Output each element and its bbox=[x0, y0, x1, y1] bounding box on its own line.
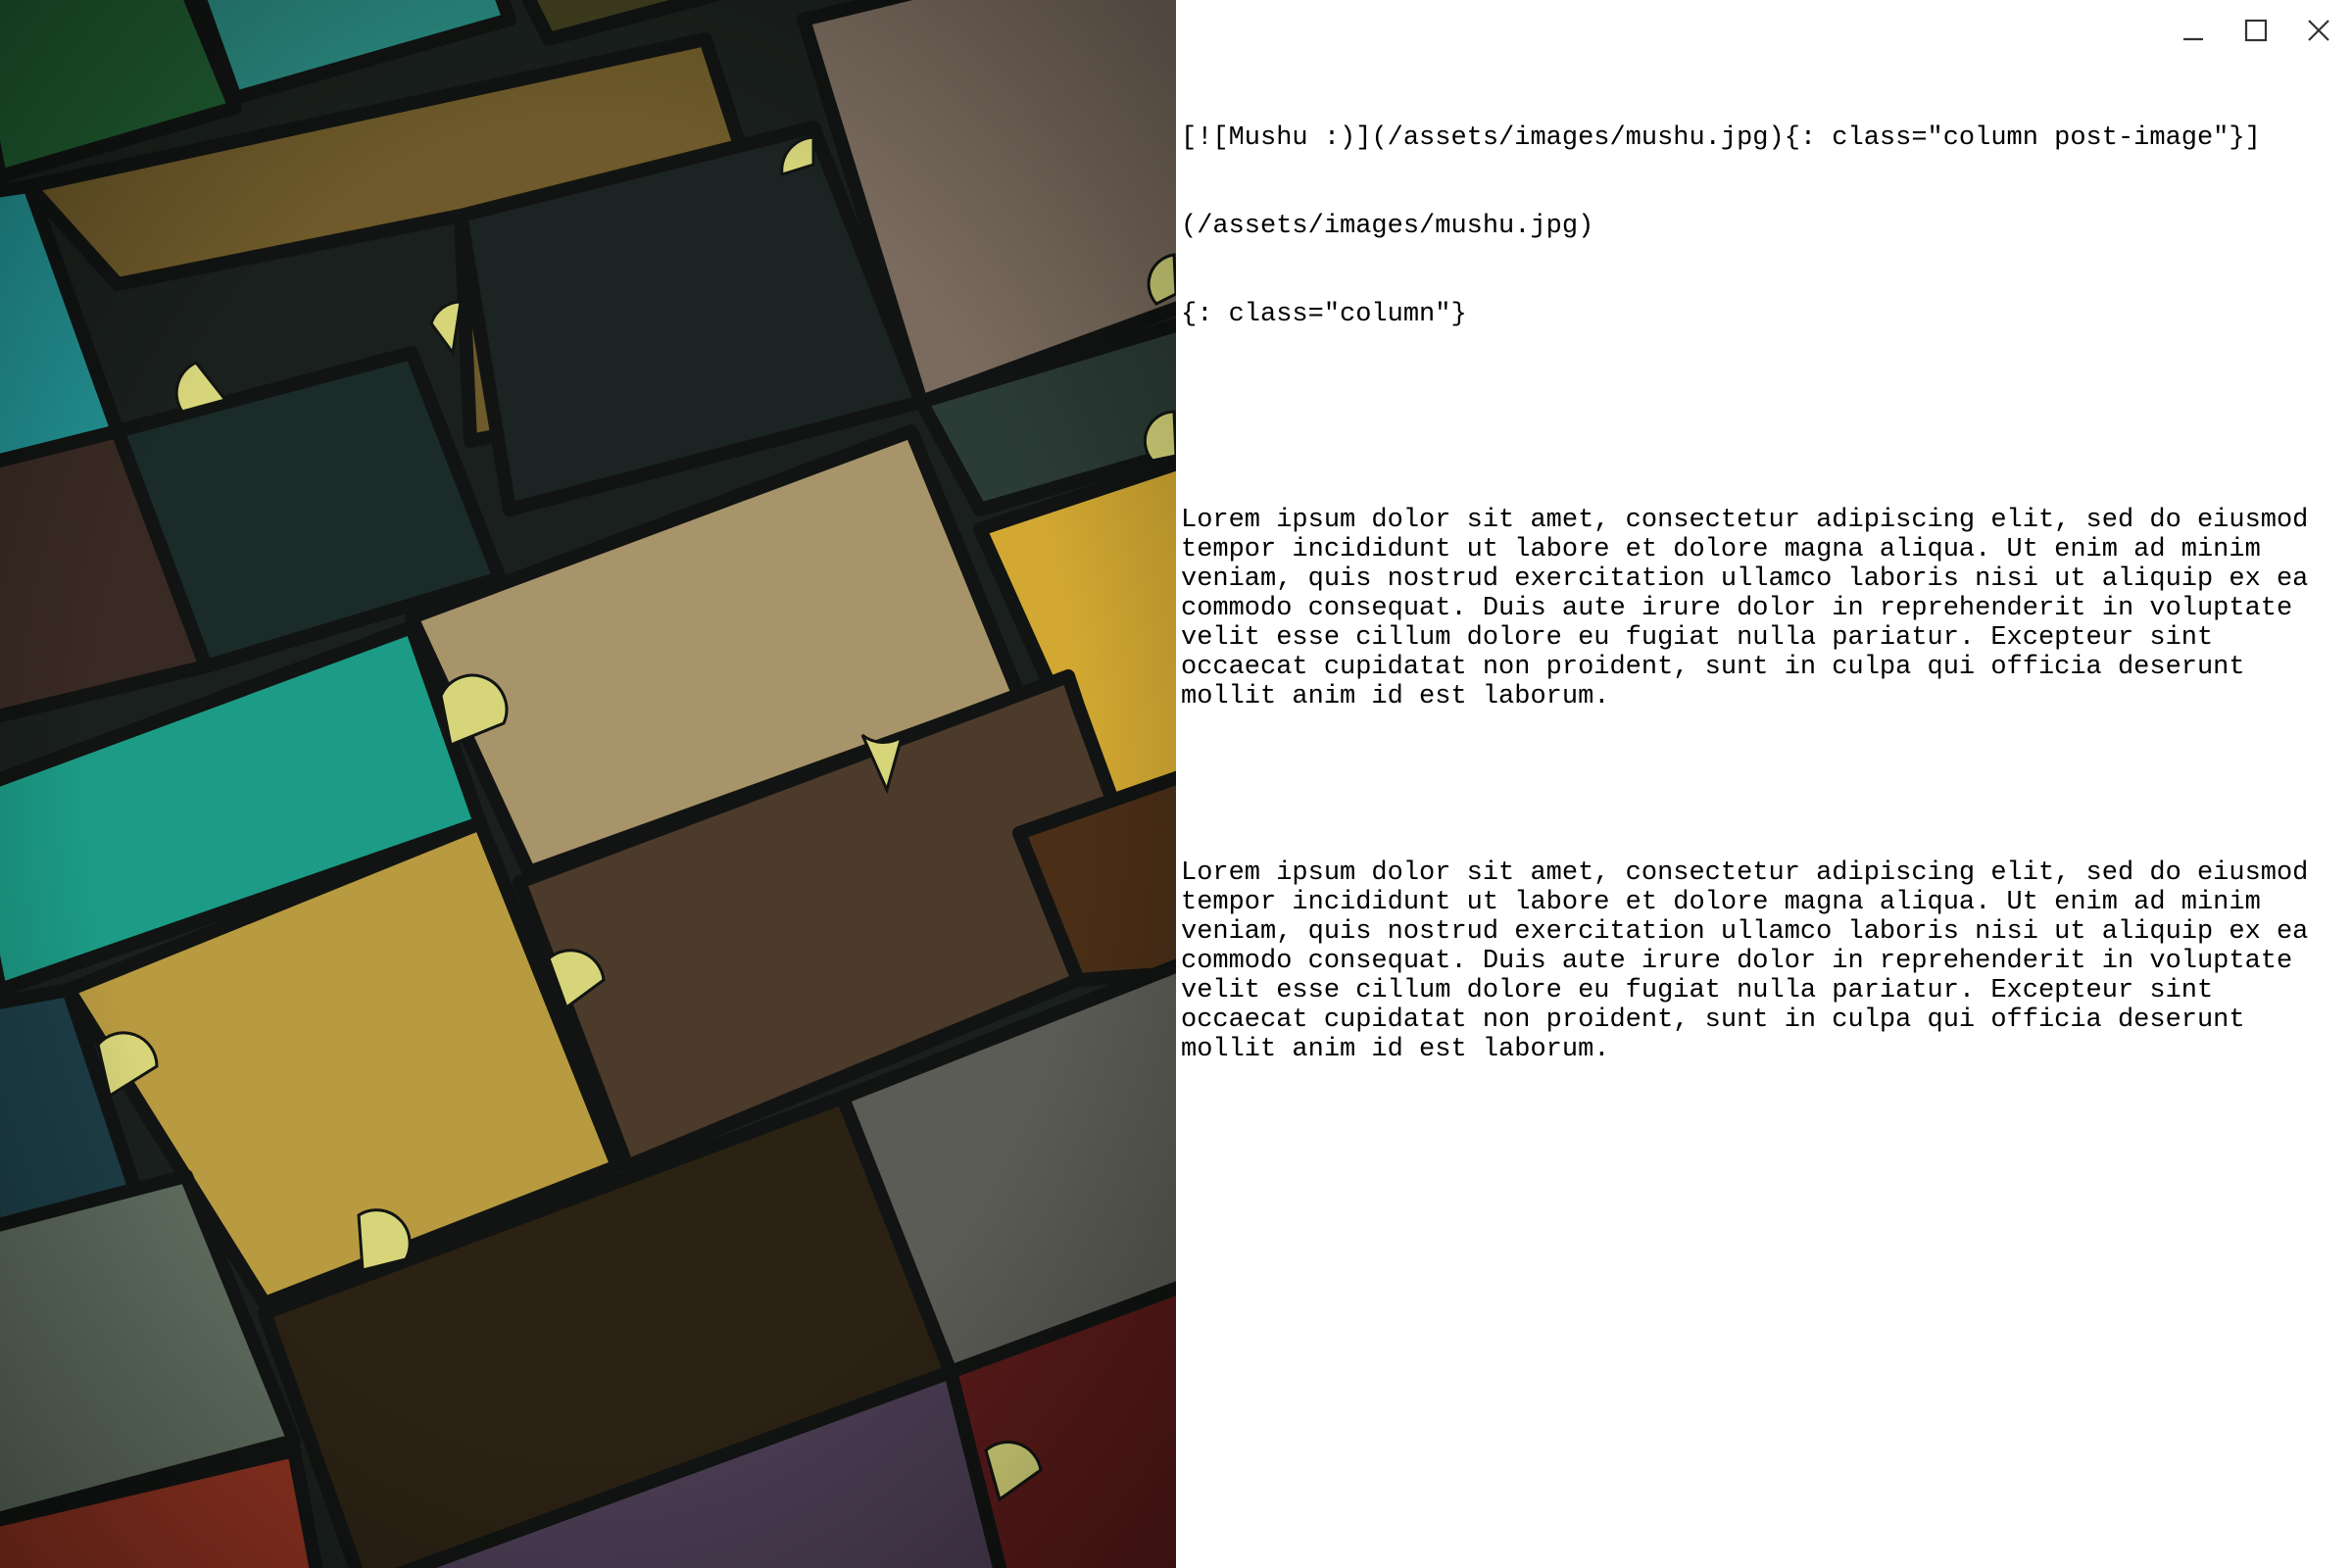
maximize-icon bbox=[2243, 18, 2269, 43]
desktop-wallpaper bbox=[0, 0, 1176, 1568]
markdown-attribute-line: {: class="column"} bbox=[1181, 300, 1467, 329]
text-viewer-window: [![Mushu :)](/assets/images/mushu.jpg){:… bbox=[1176, 0, 2352, 1568]
blank-lines bbox=[1181, 388, 2342, 447]
minimize-button[interactable] bbox=[2172, 10, 2215, 51]
close-button[interactable] bbox=[2297, 10, 2340, 51]
paragraph: Lorem ipsum dolor sit amet, consectetur … bbox=[1181, 858, 2325, 1064]
maximize-button[interactable] bbox=[2234, 10, 2278, 51]
close-icon bbox=[2306, 18, 2331, 43]
paragraph: Lorem ipsum dolor sit amet, consectetur … bbox=[1181, 506, 2325, 711]
wallpaper-floorplan bbox=[0, 0, 1176, 1568]
markdown-link-line: (/assets/images/mushu.jpg) bbox=[1181, 212, 1594, 241]
minimize-icon bbox=[2180, 18, 2206, 43]
markdown-image-line: [![Mushu :)](/assets/images/mushu.jpg){:… bbox=[1181, 123, 2261, 153]
title-bar[interactable] bbox=[1176, 0, 2352, 61]
document-body[interactable]: [![Mushu :)](/assets/images/mushu.jpg){:… bbox=[1181, 65, 2342, 1123]
